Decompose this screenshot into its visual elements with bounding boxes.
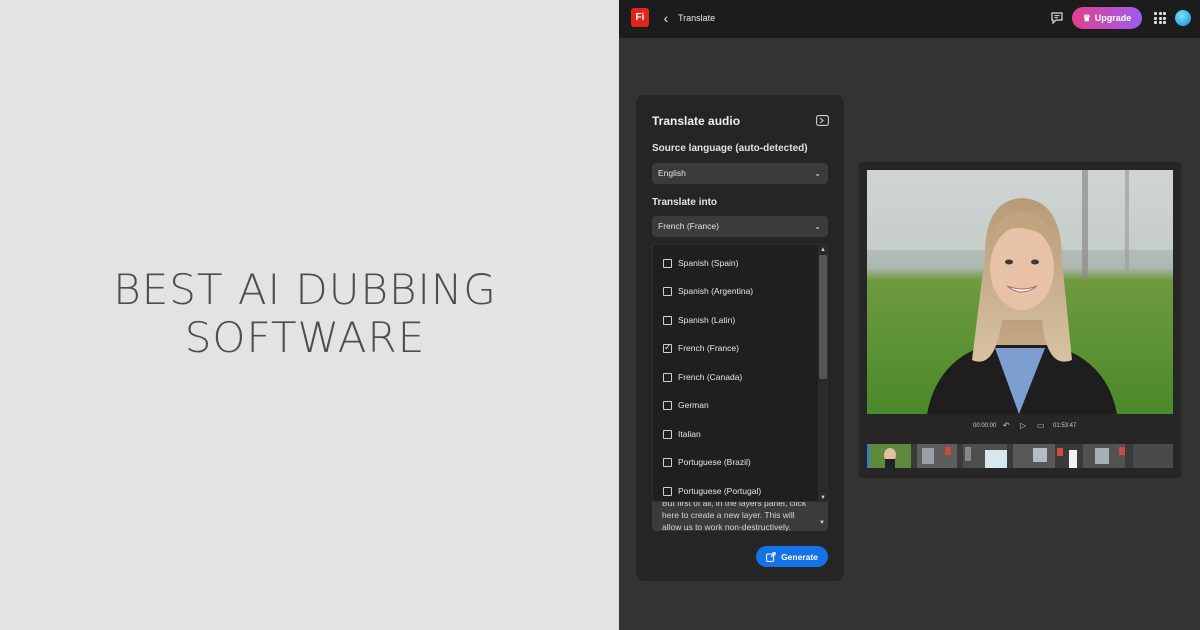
language-option[interactable]: Portuguese (Portugal)	[653, 477, 818, 501]
checkbox[interactable]	[663, 258, 672, 268]
checkbox[interactable]	[663, 286, 672, 296]
current-time: 00:00:00	[973, 423, 997, 429]
language-option-label: Spanish (Spain)	[678, 258, 739, 268]
translate-into-select[interactable]: French (France) ⌄	[652, 216, 828, 237]
generate-button[interactable]: Generate	[756, 546, 828, 567]
playhead[interactable]	[867, 444, 869, 468]
checkbox[interactable]	[663, 457, 672, 467]
rewind-icon[interactable]: ↶	[1003, 421, 1010, 430]
scroll-down-icon[interactable]: ▼	[819, 517, 825, 529]
scroll-up-icon[interactable]: ▲	[819, 246, 827, 254]
translate-audio-panel: Translate audio Source language (auto-de…	[636, 95, 844, 581]
page-title: BEST AI DUBBING SOFTWARE	[0, 266, 610, 362]
video-preview-panel: 00:00:00 ↶ ▷ ▭ 01:53:47	[859, 162, 1181, 478]
language-option-label: Portuguese (Portugal)	[678, 486, 762, 496]
app-window: Fi ‹ Translate ♛ Upgrade Translate audio…	[619, 0, 1200, 630]
captions-icon[interactable]: ▭	[1037, 421, 1045, 430]
timeline-thumbnails	[869, 444, 1173, 468]
generate-icon	[766, 551, 776, 562]
checkbox[interactable]	[663, 429, 672, 439]
language-option-label: Spanish (Argentina)	[678, 286, 754, 296]
upgrade-label: Upgrade	[1094, 13, 1132, 23]
generate-label: Generate	[781, 551, 818, 562]
translate-into-label: Translate into	[652, 197, 718, 208]
language-option[interactable]: German	[653, 391, 818, 419]
dropdown-scrollbar[interactable]: ▲ ▼	[818, 245, 827, 501]
language-option[interactable]: Spanish (Latin)	[653, 306, 818, 334]
language-option[interactable]: Spanish (Argentina)	[653, 277, 818, 305]
source-language-value: English	[658, 168, 686, 178]
language-option-label: French (Canada)	[678, 372, 743, 382]
chat-icon[interactable]	[1050, 11, 1064, 25]
headline-panel: BEST AI DUBBING SOFTWARE	[0, 0, 619, 630]
panel-title: Translate audio	[652, 114, 741, 128]
checkbox-checked[interactable]	[663, 342, 672, 353]
language-dropdown-list: Spanish (Spain) Spanish (Argentina) Span…	[652, 244, 828, 502]
chevron-down-icon: ⌄	[814, 169, 821, 178]
language-option-label: German	[678, 400, 709, 410]
source-language-select[interactable]: English ⌄	[652, 163, 828, 184]
upgrade-button[interactable]: ♛ Upgrade	[1072, 7, 1142, 29]
page-title: Translate	[678, 13, 716, 23]
duration-time: 01:53:47	[1053, 423, 1077, 429]
app-logo[interactable]: Fi	[631, 8, 649, 27]
translate-into-value: French (France)	[658, 221, 719, 231]
scroll-down-icon[interactable]: ▼	[819, 494, 827, 501]
language-option-label: French (France)	[678, 343, 739, 353]
source-language-label: Source language (auto-detected)	[652, 143, 808, 154]
timeline-track[interactable]	[867, 444, 1173, 468]
player-controls: 00:00:00 ↶ ▷ ▭ 01:53:47	[859, 418, 1181, 434]
crown-icon: ♛	[1082, 12, 1091, 23]
checkbox[interactable]	[663, 486, 672, 496]
play-icon[interactable]: ▷	[1020, 421, 1026, 430]
language-option-label: Italian	[678, 429, 701, 439]
chevron-left-icon[interactable]: ‹	[659, 10, 673, 26]
close-panel-icon[interactable]	[816, 115, 829, 126]
scroll-thumb[interactable]	[819, 255, 827, 379]
chevron-down-icon: ⌄	[814, 222, 821, 231]
language-option[interactable]: Italian	[653, 420, 818, 448]
headline-line-2: SOFTWARE	[184, 313, 426, 362]
language-option[interactable]: Spanish (Spain)	[653, 249, 818, 277]
top-bar: Fi ‹ Translate ♛ Upgrade	[619, 0, 1200, 38]
checkbox[interactable]	[663, 315, 672, 325]
transcript-text: But first of all, in the layers panel, c…	[662, 498, 807, 531]
language-option-label: Spanish (Latin)	[678, 315, 736, 325]
video-frame[interactable]	[867, 170, 1173, 414]
headline-line-1: BEST AI DUBBING	[113, 265, 497, 314]
apps-grid-icon[interactable]	[1154, 12, 1166, 24]
checkbox[interactable]	[663, 372, 672, 382]
language-option-label: Portuguese (Brazil)	[678, 457, 751, 467]
language-option[interactable]: French (France)	[653, 334, 818, 362]
avatar[interactable]	[1175, 10, 1191, 26]
language-option[interactable]: Portuguese (Brazil)	[653, 448, 818, 476]
language-option[interactable]: French (Canada)	[653, 363, 818, 391]
checkbox[interactable]	[663, 400, 672, 410]
